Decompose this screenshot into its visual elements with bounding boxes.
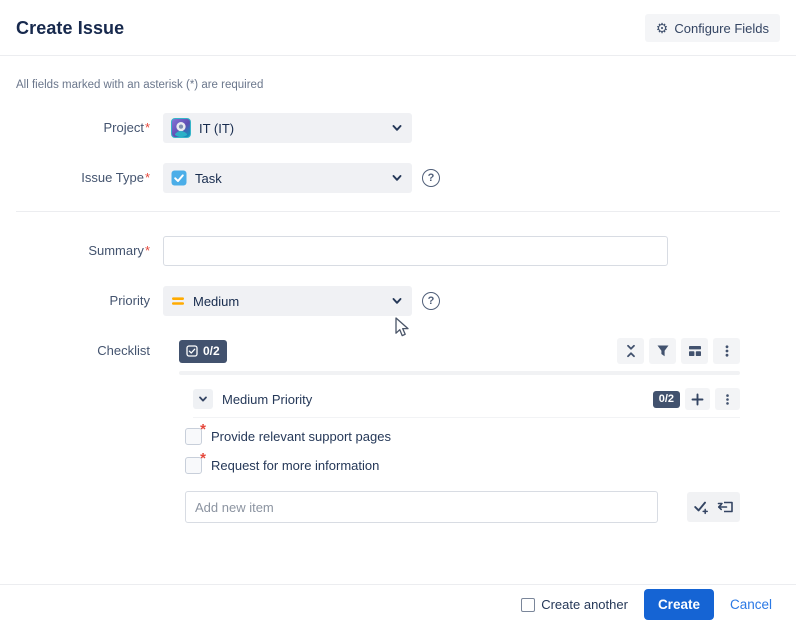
checklist-field-row: Checklist 0/2 [16, 338, 780, 523]
chevron-down-icon [391, 295, 403, 307]
page-title: Create Issue [16, 18, 124, 39]
add-item-input[interactable] [185, 491, 658, 523]
add-item-button[interactable] [685, 388, 710, 410]
check-plus-button[interactable] [693, 499, 709, 515]
priority-select[interactable]: Medium [163, 286, 412, 316]
checkbox-icon [186, 345, 198, 357]
checklist-menu-button[interactable] [713, 338, 740, 364]
project-avatar-icon [171, 118, 191, 138]
project-value: IT (IT) [199, 121, 234, 136]
checklist-progress-badge: 0/2 [179, 340, 227, 363]
dialog-header: Create Issue ⚙ Configure Fields [0, 0, 796, 56]
project-select[interactable]: IT (IT) [163, 113, 412, 143]
summary-label: Summary* [16, 236, 150, 266]
issue-type-select[interactable]: Task [163, 163, 412, 193]
task-icon [171, 170, 187, 186]
issue-type-field-row: Issue Type* Task ? [16, 163, 780, 193]
checklist-header: 0/2 [179, 338, 740, 364]
dialog-footer: Create another Create Cancel [0, 584, 796, 624]
priority-value: Medium [193, 294, 239, 309]
check-plus-icon [693, 499, 709, 515]
board-view-icon [688, 344, 702, 358]
convert-items-button[interactable] [717, 499, 734, 515]
configure-fields-label: Configure Fields [674, 21, 769, 36]
project-field-row: Project* IT (IT) [16, 113, 780, 143]
item-checkbox[interactable]: * [185, 457, 202, 474]
checklist-panel: 0/2 [163, 338, 740, 523]
issue-type-help-icon[interactable]: ? [422, 169, 440, 187]
group-collapse-button[interactable] [193, 389, 213, 409]
priority-medium-icon [171, 295, 185, 307]
create-button[interactable]: Create [644, 589, 714, 620]
chevron-down-icon [197, 393, 209, 405]
required-asterisk: * [145, 120, 150, 135]
group-divider [193, 417, 740, 418]
create-another-option: Create another [521, 597, 628, 612]
checklist-progress-bar [179, 371, 740, 375]
chevron-down-icon [391, 172, 403, 184]
collapse-all-button[interactable] [617, 338, 644, 364]
plus-icon [691, 393, 704, 406]
filter-button[interactable] [649, 338, 676, 364]
priority-help-icon[interactable]: ? [422, 292, 440, 310]
required-asterisk: * [145, 243, 150, 258]
chevron-down-icon [391, 122, 403, 134]
checklist-group-header: Medium Priority 0/2 [193, 388, 740, 410]
project-label: Project* [16, 113, 150, 143]
item-label[interactable]: Provide relevant support pages [211, 429, 391, 444]
required-asterisk: * [200, 451, 206, 466]
kebab-menu-icon [721, 393, 734, 406]
collapse-all-icon [624, 344, 638, 358]
checklist-toolbar [617, 338, 740, 364]
checklist-item: * Provide relevant support pages [185, 428, 740, 445]
summary-input[interactable] [163, 236, 668, 266]
create-issue-form: Project* IT (IT) [0, 113, 796, 523]
gear-icon: ⚙ [656, 21, 669, 35]
group-actions: 0/2 [653, 388, 740, 410]
issue-type-value: Task [195, 171, 222, 186]
kebab-menu-icon [720, 344, 734, 358]
create-another-label: Create another [541, 597, 628, 612]
cancel-link[interactable]: Cancel [730, 597, 772, 612]
configure-fields-button[interactable]: ⚙ Configure Fields [645, 14, 780, 42]
item-checkbox[interactable]: * [185, 428, 202, 445]
section-divider [16, 211, 780, 212]
item-label[interactable]: Request for more information [211, 458, 379, 473]
checklist-item: * Request for more information [185, 457, 740, 474]
convert-items-icon [717, 499, 734, 515]
summary-field-row: Summary* [16, 236, 780, 266]
create-another-checkbox[interactable] [521, 598, 535, 612]
group-name: Medium Priority [222, 392, 312, 407]
required-fields-note: All fields marked with an asterisk (*) a… [16, 79, 780, 91]
add-item-actions [687, 492, 740, 522]
board-view-button[interactable] [681, 338, 708, 364]
issue-type-label: Issue Type* [16, 163, 150, 193]
group-progress-badge: 0/2 [653, 391, 680, 408]
add-item-row [185, 491, 740, 523]
priority-label: Priority [16, 286, 150, 316]
required-asterisk: * [200, 422, 206, 437]
priority-field-row: Priority Medium ? [16, 286, 780, 316]
create-issue-dialog: Create Issue ⚙ Configure Fields All fiel… [0, 0, 796, 624]
group-menu-button[interactable] [715, 388, 740, 410]
checklist-label: Checklist [16, 338, 150, 364]
required-asterisk: * [145, 170, 150, 185]
filter-icon [656, 344, 670, 358]
